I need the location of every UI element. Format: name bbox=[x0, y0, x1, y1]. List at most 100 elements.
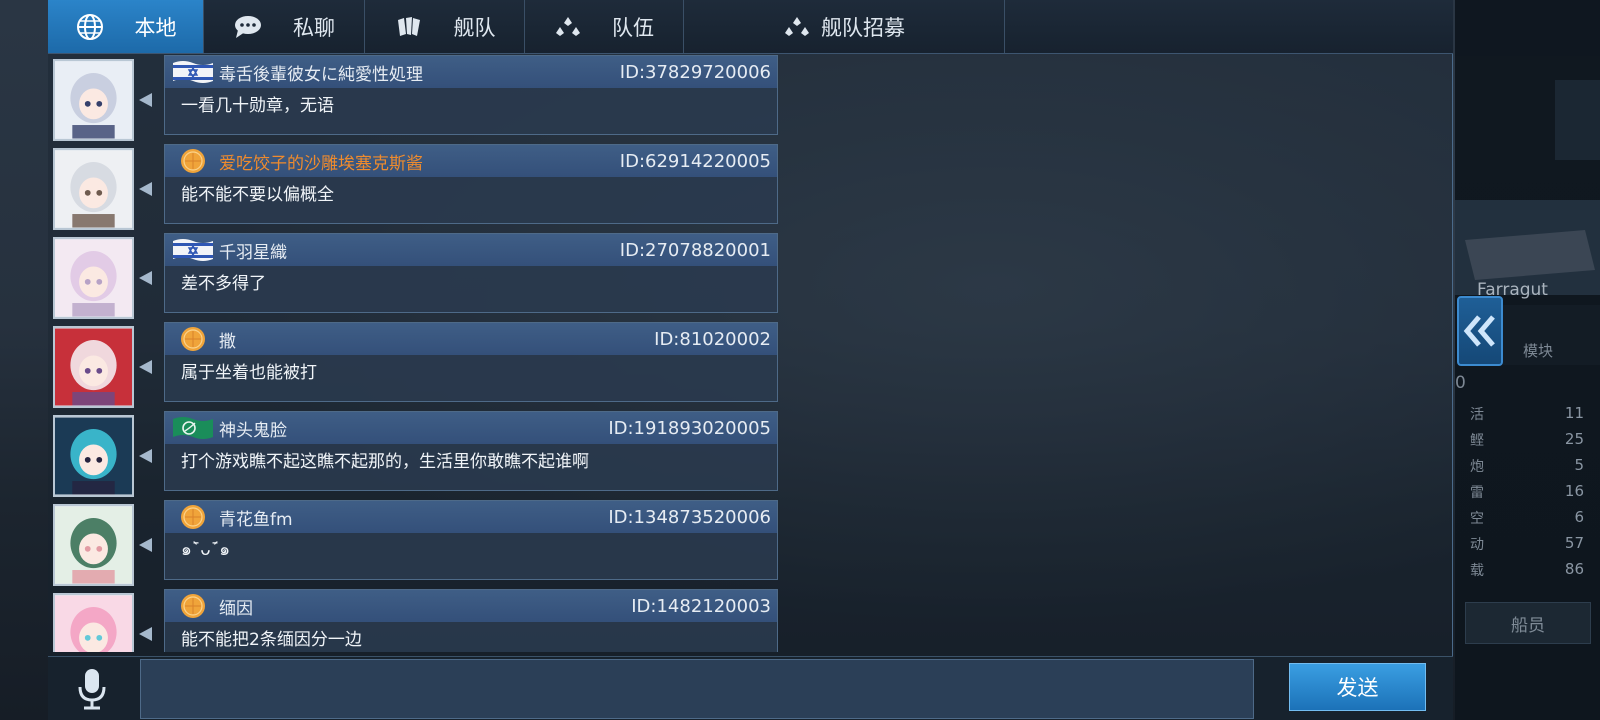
sender-name[interactable]: 神头鬼脸 bbox=[219, 416, 608, 441]
message-bubble: 青花鱼fm ID:134873520006 ๑¯̀ᴗ¯́๑ bbox=[164, 500, 778, 580]
sender-id: ID:191893020005 bbox=[608, 417, 771, 439]
stat-value: 86 bbox=[1564, 560, 1584, 578]
orange-badge-icon bbox=[171, 593, 215, 619]
voice-button[interactable] bbox=[68, 665, 116, 713]
stat-value: 25 bbox=[1564, 430, 1584, 448]
message-bubble: 爱吃饺子的沙雕埃塞克斯酱 ID:62914220005 能不能不要以偏概全 bbox=[164, 144, 778, 224]
chat-message: 撒 ID:81020002 属于坐着也能被打 bbox=[48, 322, 778, 412]
message-list[interactable]: 毒舌後輩彼女に純愛性処理 ID:37829720006 一看几十勋章，无语 爱吃饺子的… bbox=[48, 55, 778, 652]
stat-row: 鲣 25 bbox=[1470, 430, 1590, 450]
sender-name[interactable]: 缅因 bbox=[219, 594, 631, 619]
module-button-label: 模块 bbox=[1523, 342, 1554, 360]
microphone-icon bbox=[78, 669, 106, 710]
tab-fleet[interactable]: 舰队 bbox=[365, 0, 525, 53]
tab-private-chat[interactable]: 私聊 bbox=[204, 0, 365, 53]
send-button[interactable]: 发送 bbox=[1289, 663, 1426, 711]
message-header: 神头鬼脸 ID:191893020005 bbox=[165, 412, 777, 444]
sender-id: ID:62914220005 bbox=[619, 150, 771, 172]
message-bubble: 缅因 ID:1482120003 能不能把2条缅因分一边 bbox=[164, 589, 778, 652]
globe-icon bbox=[75, 12, 105, 42]
sender-name[interactable]: 千羽星織 bbox=[219, 238, 620, 263]
bubble-pointer bbox=[139, 271, 152, 285]
team-icon bbox=[783, 15, 811, 39]
message-header: 撒 ID:81020002 bbox=[165, 323, 777, 355]
message-bubble: 神头鬼脸 ID:191893020005 打个游戏瞧不起这瞧不起那的，生活里你敢瞧不… bbox=[164, 411, 778, 491]
collapse-chat-button[interactable] bbox=[1457, 296, 1503, 366]
stat-value: 57 bbox=[1564, 534, 1584, 552]
sender-id: ID:134873520006 bbox=[608, 506, 771, 528]
israel-flag-icon bbox=[171, 59, 215, 85]
sender-avatar[interactable] bbox=[53, 59, 134, 141]
sender-avatar[interactable] bbox=[53, 148, 134, 230]
fleet-icon bbox=[394, 14, 424, 40]
stat-value: 11 bbox=[1564, 404, 1584, 422]
sender-id: ID:37829720006 bbox=[619, 61, 771, 83]
sender-avatar[interactable] bbox=[53, 237, 134, 319]
green-flag-icon bbox=[171, 415, 215, 441]
tab-local[interactable]: 本地 bbox=[48, 0, 204, 53]
stat-row: 活 11 bbox=[1470, 404, 1590, 424]
chat-input-bar: 发送 bbox=[48, 656, 1453, 720]
sender-id: ID:1482120003 bbox=[631, 595, 771, 617]
side-zero: 0 bbox=[1455, 373, 1466, 393]
stat-label: 动 bbox=[1470, 537, 1484, 553]
bubble-pointer bbox=[139, 627, 152, 641]
bubble-pointer bbox=[139, 538, 152, 552]
stat-label: 载 bbox=[1470, 563, 1484, 579]
message-input[interactable] bbox=[140, 659, 1254, 719]
chat-message: 爱吃饺子的沙雕埃塞克斯酱 ID:62914220005 能不能不要以偏概全 bbox=[48, 144, 778, 234]
tab-local-label: 本地 bbox=[134, 15, 177, 40]
chat-message: 神头鬼脸 ID:191893020005 打个游戏瞧不起这瞧不起那的，生活里你敢瞧不… bbox=[48, 411, 778, 501]
sender-name[interactable]: 毒舌後輩彼女に純愛性処理 bbox=[219, 60, 620, 85]
tab-fleet-label: 舰队 bbox=[453, 15, 496, 40]
sender-id: ID:27078820001 bbox=[619, 239, 771, 261]
bubble-pointer bbox=[139, 93, 152, 107]
tab-team[interactable]: 队伍 bbox=[525, 0, 684, 53]
sender-avatar[interactable] bbox=[53, 415, 134, 497]
bubble-pointer bbox=[139, 360, 152, 374]
message-header: 缅因 ID:1482120003 bbox=[165, 590, 777, 622]
stat-value: 16 bbox=[1564, 482, 1584, 500]
stat-label: 空 bbox=[1470, 511, 1484, 527]
stat-label: 活 bbox=[1470, 407, 1484, 423]
chat-message: 缅因 ID:1482120003 能不能把2条缅因分一边 bbox=[48, 589, 778, 652]
stat-label: 雷 bbox=[1470, 485, 1484, 501]
israel-flag-icon bbox=[171, 237, 215, 263]
sender-name[interactable]: 爱吃饺子的沙雕埃塞克斯酱 bbox=[219, 149, 620, 174]
stat-row: 炮5 bbox=[1470, 456, 1590, 476]
message-text: 打个游戏瞧不起这瞧不起那的，生活里你敢瞧不起谁啊 bbox=[181, 452, 589, 472]
bubble-pointer bbox=[139, 449, 152, 463]
tab-fleet-recruit[interactable]: 舰队招募 bbox=[684, 0, 1005, 53]
message-bubble: 千羽星織 ID:27078820001 差不多得了 bbox=[164, 233, 778, 313]
message-header: 千羽星織 ID:27078820001 bbox=[165, 234, 777, 266]
orange-badge-icon bbox=[171, 326, 215, 352]
message-bubble: 撒 ID:81020002 属于坐着也能被打 bbox=[164, 322, 778, 402]
message-text: 属于坐着也能被打 bbox=[181, 363, 317, 383]
message-text: 差不多得了 bbox=[181, 274, 266, 294]
sender-name[interactable]: 青花鱼fm bbox=[219, 505, 608, 530]
chat-message: 青花鱼fm ID:134873520006 ๑¯̀ᴗ¯́๑ bbox=[48, 500, 778, 590]
message-header: 爱吃饺子的沙雕埃塞克斯酱 ID:62914220005 bbox=[165, 145, 777, 177]
orange-badge-icon bbox=[171, 148, 215, 174]
message-bubble: 毒舌後輩彼女に純愛性処理 ID:37829720006 一看几十勋章，无语 bbox=[164, 55, 778, 135]
message-text: 能不能不要以偏概全 bbox=[181, 185, 334, 205]
crew-button[interactable]: 船员 bbox=[1465, 602, 1591, 644]
stat-value: 6 bbox=[1574, 508, 1584, 526]
stat-row: 雷 16 bbox=[1470, 482, 1590, 502]
sender-id: ID:81020002 bbox=[654, 328, 771, 350]
sender-avatar[interactable] bbox=[53, 593, 134, 652]
message-text: 能不能把2条缅因分一边 bbox=[181, 630, 362, 650]
stat-label: 鲣 bbox=[1470, 433, 1484, 449]
sender-avatar[interactable] bbox=[53, 326, 134, 408]
chat-bubble-icon bbox=[233, 14, 263, 40]
sender-name[interactable]: 撒 bbox=[219, 327, 654, 352]
tab-recruit-label: 舰队招募 bbox=[821, 15, 905, 40]
message-header: 青花鱼fm ID:134873520006 bbox=[165, 501, 777, 533]
chat-message: 千羽星織 ID:27078820001 差不多得了 bbox=[48, 233, 778, 323]
team-icon bbox=[554, 15, 582, 39]
stat-value: 5 bbox=[1574, 456, 1584, 474]
stat-row: 载 86 bbox=[1470, 560, 1590, 580]
double-chevron-left-icon bbox=[1463, 315, 1495, 347]
tab-team-label: 队伍 bbox=[612, 15, 654, 40]
sender-avatar[interactable] bbox=[53, 504, 134, 586]
